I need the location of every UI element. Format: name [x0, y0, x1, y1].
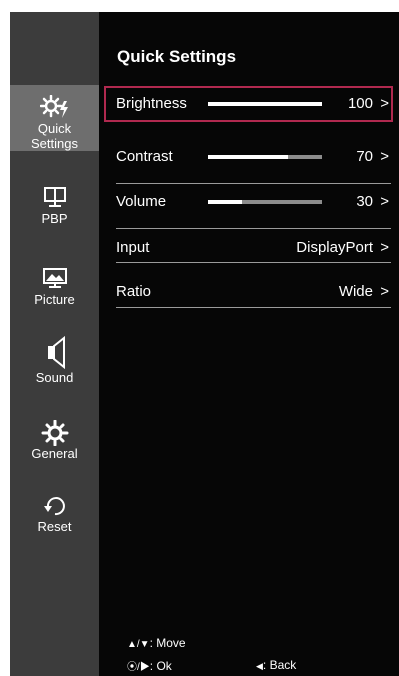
divider: [116, 228, 391, 229]
volume-slider-fill: [208, 200, 243, 204]
sidebar-item-label: Quick Settings: [31, 121, 78, 151]
contrast-value: 70: [356, 148, 373, 165]
sidebar-item-reset[interactable]: Reset: [10, 489, 99, 555]
sidebar-item-sound[interactable]: Sound: [10, 335, 99, 401]
volume-value: 30: [356, 193, 373, 210]
move-hint: ▲/▼: Move: [127, 636, 186, 650]
sidebar-item-label: PBP: [41, 211, 68, 226]
back-hint-label: : Back: [262, 658, 297, 672]
input-row[interactable]: Input DisplayPort >: [104, 230, 393, 266]
brightness-slider[interactable]: [208, 102, 322, 106]
chevron-right-icon: >: [380, 148, 389, 165]
ratio-value: Wide: [338, 283, 373, 300]
gear-icon: [41, 420, 68, 446]
volume-slider[interactable]: [208, 200, 322, 204]
chevron-right-icon: >: [380, 193, 389, 210]
monitor-osd: Quick Settings PBP Picture Sound General…: [10, 12, 399, 676]
move-hint-label: : Move: [149, 636, 186, 650]
speaker-icon: [47, 336, 65, 370]
chevron-right-icon: >: [380, 95, 389, 112]
brightness-slider-fill: [208, 102, 322, 106]
back-key: ◀: [256, 661, 263, 671]
contrast-row[interactable]: Contrast 70 >: [104, 139, 393, 175]
sidebar-item-general[interactable]: General: [10, 417, 99, 483]
chevron-right-icon: >: [380, 283, 389, 300]
ratio-label: Ratio: [116, 283, 152, 300]
ok-hint: ⦿/▶: Ok: [127, 658, 172, 673]
contrast-slider[interactable]: [208, 155, 322, 159]
volume-label: Volume: [116, 193, 167, 210]
brightness-row[interactable]: Brightness 100 >: [104, 86, 393, 122]
back-hint: ◀: Back: [256, 658, 296, 672]
brightness-value: 100: [347, 95, 373, 112]
sidebar: Quick Settings PBP Picture Sound General…: [10, 12, 99, 676]
sidebar-item-label: Picture: [34, 292, 75, 307]
volume-row[interactable]: Volume 30 >: [104, 184, 393, 220]
brightness-label: Brightness: [116, 95, 187, 112]
pbp-icon: [43, 187, 66, 207]
ok-keys: ⦿/▶: [127, 662, 150, 673]
divider: [116, 307, 391, 308]
contrast-label: Contrast: [116, 148, 173, 165]
up-down-keys: ▲/▼: [127, 639, 150, 650]
sidebar-item-label: Sound: [35, 370, 74, 385]
ok-hint-label: : Ok: [149, 659, 172, 673]
quick-settings-icon: [39, 95, 68, 118]
divider: [116, 262, 391, 263]
sidebar-item-pbp[interactable]: PBP: [10, 182, 99, 248]
picture-icon: [42, 268, 67, 288]
contrast-slider-fill: [208, 155, 288, 159]
chevron-right-icon: >: [380, 239, 389, 256]
page-title: Quick Settings: [117, 47, 237, 66]
sidebar-item-label: Reset: [37, 519, 72, 534]
sidebar-item-picture[interactable]: Picture: [10, 263, 99, 329]
ratio-row[interactable]: Ratio Wide >: [104, 274, 393, 310]
sidebar-item-label: General: [31, 446, 78, 461]
input-label: Input: [116, 239, 150, 256]
input-value: DisplayPort: [296, 239, 373, 256]
reset-icon: [43, 497, 65, 516]
sidebar-item-quick-settings[interactable]: Quick Settings: [10, 85, 99, 151]
